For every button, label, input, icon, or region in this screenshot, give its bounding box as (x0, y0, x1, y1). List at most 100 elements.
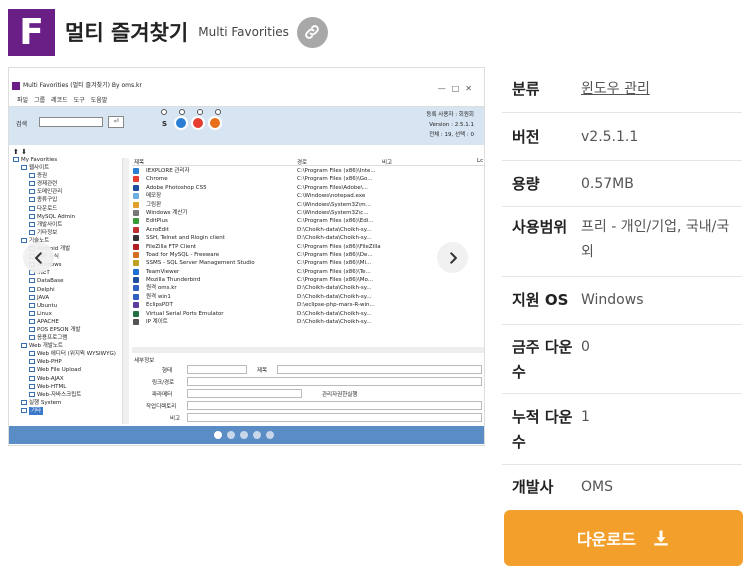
sc-list-column-header: 제목 (134, 160, 145, 166)
sc-tree-item: 실행 System (13, 399, 129, 407)
sc-list-row: EditPlus C:\Program Files (x86)\Edi... (132, 217, 484, 225)
link-icon (305, 25, 320, 39)
sc-tree-item: JAVA (13, 294, 129, 302)
sc-tree-item: Web-HTML (13, 383, 129, 391)
info-value: 윈도우 관리 (581, 77, 742, 112)
link-button[interactable] (296, 16, 328, 48)
sc-folder-tree: My Favorities 웹사이트 증권 경제관련 도메인관리 종류구입 다운로드 MySQ… (13, 156, 129, 424)
sc-tree-item: 증권 (13, 172, 129, 180)
sc-list-row: 메모장 C:\Windows\notepad.exe (132, 192, 484, 200)
sc-detail-panel: 세부정보 형태 제목 링크/경로 파라메터 관리자권한실행 작업디렉토리 비고 (132, 356, 484, 428)
sc-list-row: Chrome C:\Program Files (x86)\Go... (132, 175, 484, 183)
category-link[interactable]: 윈도우 관리 (581, 81, 650, 97)
app-logo: F (8, 8, 55, 56)
sc-tree-item: 응용프로그램 (13, 334, 129, 342)
download-icon (654, 530, 668, 546)
sc-search-input (39, 117, 103, 127)
sc-tree-item: 개발사이트 (13, 221, 129, 229)
sc-tree-item: Ubuntu (13, 302, 129, 310)
sc-list-row: 원격 oms.kr D:\Choikh-data\Choikh-sy... (132, 284, 484, 292)
sc-tree-item: Web 개발노트 (13, 342, 129, 350)
sc-tree-item: Web-자바스크립트 (13, 391, 129, 399)
sc-tree-item: DataBase (13, 277, 129, 285)
sc-list-row: EclipsPDT D:\eclipse-php-mars-R-win... (132, 301, 484, 309)
sc-tree-item: 기타정보 (13, 229, 129, 237)
sc-window-title: Multi Favorities (멀티 즐겨찾기) By oms.kr (23, 82, 142, 89)
sc-search-label: 검색 (16, 121, 28, 128)
sc-tree-scrollbar (122, 158, 129, 424)
sc-tree-item: Linux (13, 310, 129, 318)
info-row-total-downloads: 누적 다운수 1 (502, 394, 742, 465)
info-row-license: 사용범위 프리 - 개인/기업, 국내/국외 (502, 207, 742, 277)
sc-list-header: 제목 경로 비고 Lc (132, 158, 484, 166)
sc-list-column-header: Lc (477, 158, 484, 164)
gallery-next-button[interactable] (437, 242, 468, 273)
sc-menu-item: 그룹 (34, 97, 46, 104)
sc-bottom-bar (9, 426, 484, 444)
sc-tree-item: 도메인관리 (13, 188, 129, 196)
sc-list-row: Adobe Photoshop CS5 C:\Program Files\Adob… (132, 184, 484, 192)
info-row-category: 분류 윈도우 관리 (502, 67, 742, 113)
sc-tree-item: 다운로드 (13, 205, 129, 213)
chevron-left-icon (34, 251, 42, 264)
info-key: 분류 (512, 80, 540, 98)
sc-list-row: SSH, Telnet and Rlogin client D:\Choikh-d… (132, 234, 484, 242)
download-button[interactable]: 다운로드 (504, 510, 743, 566)
sc-list-row: FileZilla FTP Client C:\Program Files (x8… (132, 243, 484, 251)
screenshot-gallery: Multi Favorities (멀티 즐겨찾기) By oms.kr —□✕ … (8, 67, 485, 446)
info-row-developer: 개발사 OMS (512, 478, 613, 496)
info-row-weekly-downloads: 금주 다운수 0 (502, 325, 742, 394)
sc-tree-arrows: ⬆ ⬇ (13, 148, 27, 156)
sc-tree-item: Web-PHP (13, 358, 129, 366)
sc-list-row: Virtual Serial Ports Emulator D:\Choikh-d… (132, 310, 484, 318)
sc-browser-icons (174, 116, 225, 132)
sc-toolbar: 검색 ⏎ S 등록 사용자 : 회원회 Version : 2.5.1.1 전체… (9, 107, 484, 145)
app-subtitle: Multi Favorities (198, 25, 289, 39)
screenshot-image: Multi Favorities (멀티 즐겨찾기) By oms.kr —□✕ … (9, 78, 484, 444)
sc-tree-item: APACHE (13, 318, 129, 326)
sc-menu-item: 레코드 (51, 97, 68, 104)
sc-tree-item: 경제관련 (13, 180, 129, 188)
sc-list-column-header: 비고 (382, 160, 393, 166)
sc-list-hscroll (132, 347, 484, 353)
gallery-prev-button[interactable] (23, 242, 54, 273)
sc-window-titlebar: Multi Favorities (멀티 즐겨찾기) By oms.kr —□✕ (9, 78, 484, 94)
sc-list-row: 그림판 C:\Windows\System32\m... (132, 201, 484, 209)
chevron-right-icon (449, 251, 457, 264)
sc-list-row: Mozilla Thunderbird C:\Program Files (x86… (132, 276, 484, 284)
sc-tree-item: 종류구입 (13, 196, 129, 204)
sc-tree-item: Web File Upload (13, 366, 129, 374)
sc-list-column-header: 경로 (297, 160, 308, 166)
sc-tree-item: My Favorities (13, 156, 129, 164)
sc-tree-item: Web-AJAX (13, 375, 129, 383)
sc-list-row: AcroEdit D:\Choikh-data\Choikh-sy... (132, 226, 484, 234)
sc-list-row: SSMS - SQL Server Management Studio C:\Pr… (132, 259, 484, 267)
sc-list-row: Toad for MySQL - Freeware C:\Program File… (132, 251, 484, 259)
sc-tree-item: POS EPSON 개발 (13, 326, 129, 334)
sc-list-row: IP 계이트 D:\Choikh-data\Choikh-sy... (132, 318, 484, 326)
sc-menu-item: 도움말 (90, 97, 108, 104)
info-row-size: 용량 0.57MB (502, 161, 742, 207)
sc-list-row: TeamViewer C:\Program Files (x86)\Te... (132, 268, 484, 276)
sc-menu-item: 도구 (73, 97, 85, 104)
sc-list-row: 원격 win1 D:\Choikh-data\Choikh-sy... (132, 293, 484, 301)
sc-program-list: IEXPLORE 관리자 C:\Program Files (x86)\Inte.… (132, 167, 484, 347)
info-row-version: 버전 v2.5.1.1 (502, 113, 742, 161)
sc-user-info: 등록 사용자 : 회원회 Version : 2.5.1.1 전체 : 19, … (426, 112, 474, 138)
sc-menubar: 파일 그룹 레코드 도구 도움말 (9, 94, 484, 107)
gallery-dots[interactable] (214, 431, 279, 441)
program-info-table: 분류 윈도우 관리 버전 v2.5.1.1 용량 0.57MB 사용범위 프리 … (502, 67, 742, 509)
sc-list-row: IEXPLORE 관리자 C:\Program Files (x86)\Inte.… (132, 167, 484, 175)
app-header: F 멀티 즐겨찾기 Multi Favorities (8, 8, 328, 56)
app-title: 멀티 즐겨찾기 (65, 21, 189, 45)
download-label: 다운로드 (577, 530, 636, 549)
sc-menu-item: 파일 (17, 97, 29, 104)
sc-tree-item: 기타 (13, 406, 129, 415)
info-row-os: 지원 OS Windows (502, 277, 742, 325)
sc-s-label: S (162, 120, 168, 128)
sc-tree-item: Web 에디터 (위지윅 WYSIWYG) (13, 350, 129, 358)
sc-search-button: ⏎ (108, 116, 124, 128)
sc-list-row: Windows 계산기 C:\Windows\System32\c... (132, 209, 484, 217)
sc-tree-item: MySQL Admin (13, 213, 129, 221)
sc-tree-item: Delphi (13, 286, 129, 294)
